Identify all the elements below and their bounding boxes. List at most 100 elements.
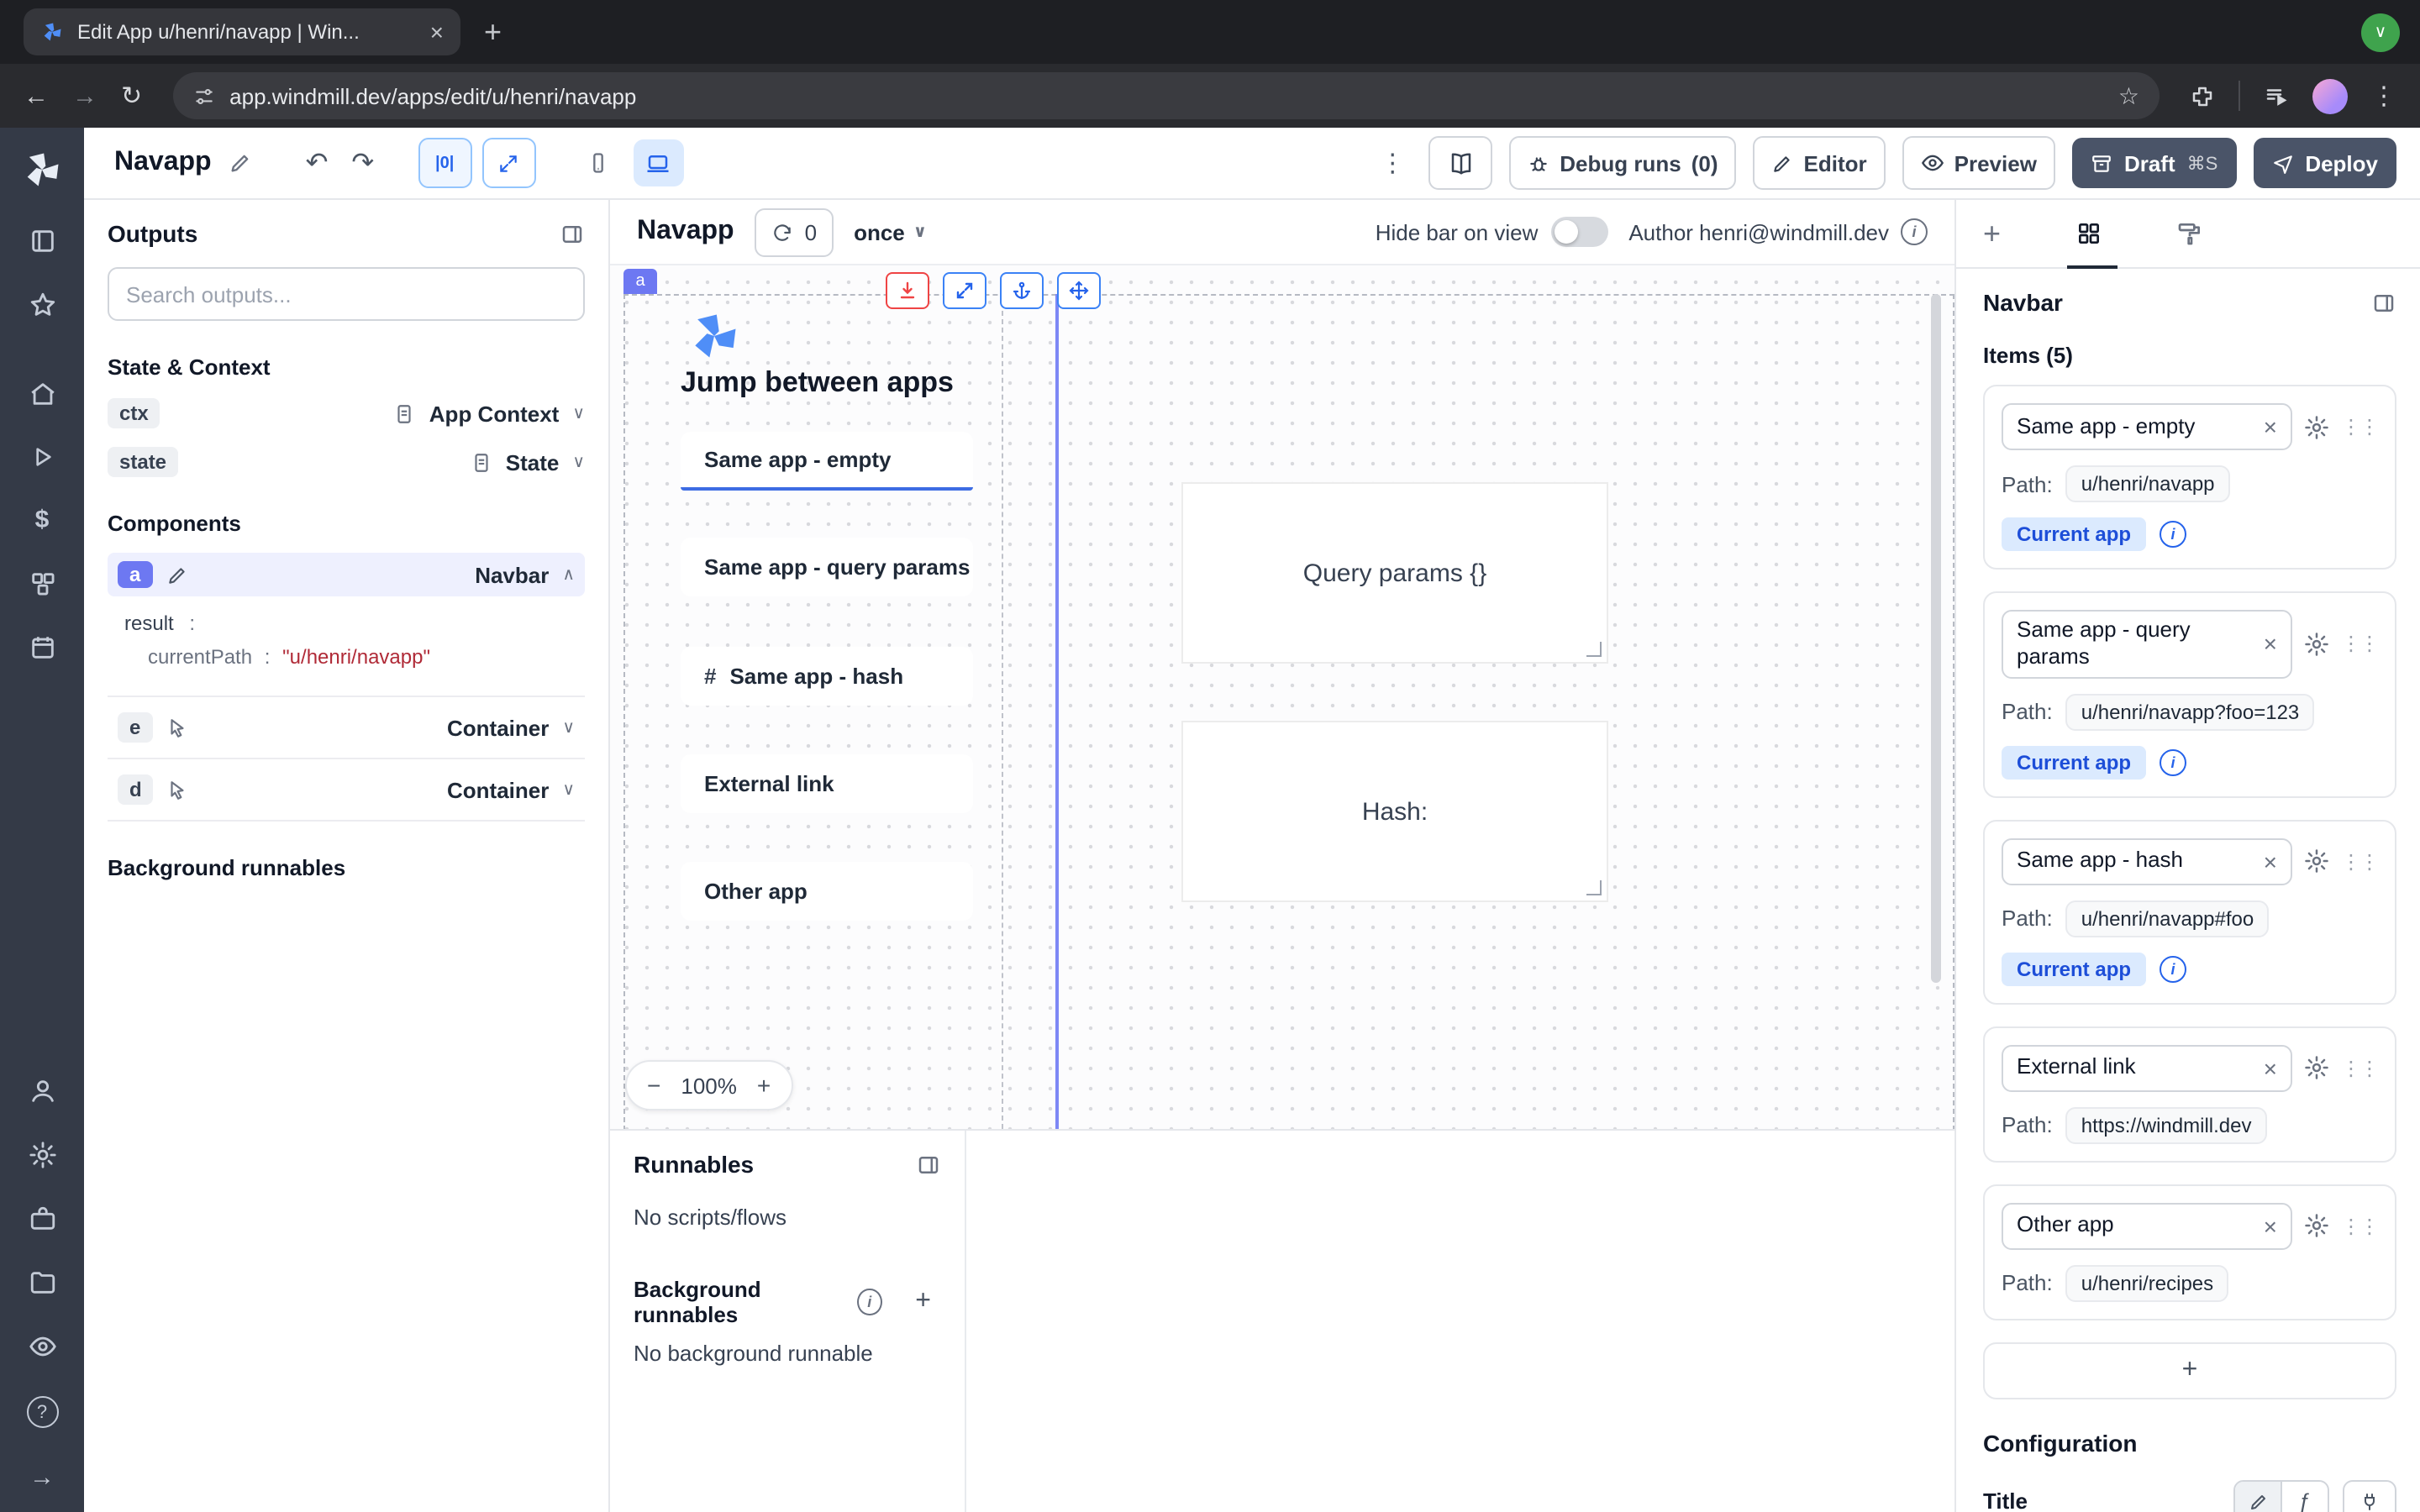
clear-icon[interactable]: × xyxy=(2264,633,2277,656)
gear-icon[interactable] xyxy=(2304,848,2329,874)
gear-icon[interactable] xyxy=(28,1141,56,1169)
clear-icon[interactable]: × xyxy=(2264,1056,2277,1079)
media-control-icon[interactable] xyxy=(2264,83,2289,108)
item-path-value[interactable]: u/henri/navapp#foo xyxy=(2066,900,2270,937)
expand-component-button[interactable] xyxy=(943,272,986,309)
refresh-chip[interactable]: 0 xyxy=(755,207,834,256)
edit-pencil-icon[interactable] xyxy=(229,151,252,175)
bookmark-star-icon[interactable]: ☆ xyxy=(2118,84,2139,108)
panel-collapse-icon[interactable] xyxy=(560,221,585,246)
add-item-button[interactable]: + xyxy=(1983,1341,2396,1399)
undo-button[interactable]: ↶ xyxy=(306,146,329,180)
play-icon[interactable] xyxy=(29,444,55,470)
help-icon[interactable]: ? xyxy=(26,1396,58,1428)
info-icon[interactable]: i xyxy=(2160,521,2186,548)
collapse-arrow-icon[interactable]: → xyxy=(29,1463,55,1492)
item-label-input[interactable]: Other app × xyxy=(2002,1202,2292,1249)
url-field[interactable]: app.windmill.dev/apps/edit/u/henri/navap… xyxy=(172,72,2160,119)
browser-menu-kebab-icon[interactable]: ⋮ xyxy=(2371,83,2396,108)
info-icon[interactable]: i xyxy=(857,1289,881,1315)
add-background-runnable-button[interactable]: + xyxy=(905,1282,941,1322)
more-kebab-icon[interactable]: ⋮ xyxy=(1380,148,1405,178)
nav-item-same-app-hash[interactable]: # Same app - hash xyxy=(681,647,973,706)
info-icon[interactable]: i xyxy=(2160,748,2186,775)
query-params-card[interactable]: Query params {} xyxy=(1181,482,1608,664)
tab-close-icon[interactable]: × xyxy=(430,20,444,44)
resize-guide-line[interactable] xyxy=(1055,294,1059,1129)
nav-item-same-app-query-params[interactable]: Same app - query params xyxy=(681,538,973,596)
canvas-scrollbar[interactable] xyxy=(1931,294,1941,983)
chevron-down-icon[interactable]: ∨ xyxy=(572,453,585,471)
edit-pencil-icon[interactable] xyxy=(166,564,187,585)
item-label-input[interactable]: External link × xyxy=(2002,1044,2292,1091)
deploy-button[interactable]: Deploy xyxy=(2253,138,2396,188)
item-label-input[interactable]: Same app - empty × xyxy=(2002,403,2292,450)
insert-below-button[interactable] xyxy=(886,272,929,309)
panel-collapse-icon[interactable] xyxy=(2371,290,2396,315)
insert-component-tab[interactable]: + xyxy=(1983,216,2001,251)
forward-icon[interactable]: → xyxy=(72,83,97,108)
item-label-input[interactable]: Same app - query params × xyxy=(2002,610,2292,678)
styling-tab[interactable] xyxy=(2175,220,2202,247)
back-icon[interactable]: ← xyxy=(24,83,49,108)
eye-icon[interactable] xyxy=(28,1332,56,1361)
item-path-value[interactable]: https://windmill.dev xyxy=(2066,1106,2267,1143)
item-label-input[interactable]: Same app - hash × xyxy=(2002,837,2292,885)
docs-button[interactable] xyxy=(1428,136,1492,190)
drag-handle[interactable]: ⋮⋮ xyxy=(2341,633,2378,656)
toolbox-icon[interactable] xyxy=(28,1205,56,1233)
drag-handle[interactable]: ⋮⋮ xyxy=(2341,1056,2378,1079)
profile-avatar[interactable] xyxy=(2312,78,2348,113)
nav-item-same-app-empty[interactable]: Same app - empty xyxy=(681,432,973,491)
browser-profile-chip[interactable]: ∨ xyxy=(2361,13,2400,51)
gear-icon[interactable] xyxy=(2304,414,2329,439)
item-path-value[interactable]: u/henri/navapp?foo=123 xyxy=(2066,693,2315,730)
component-row-container-d[interactable]: d Container ∨ xyxy=(108,759,585,822)
debug-runs-button[interactable]: Debug runs (0) xyxy=(1509,136,1736,190)
eval-js-button[interactable]: ƒ xyxy=(2281,1481,2328,1512)
nav-item-other-app[interactable]: Other app xyxy=(681,862,973,921)
chevron-down-icon[interactable]: ∨ xyxy=(572,404,585,423)
resize-handle-icon[interactable] xyxy=(1586,880,1602,895)
resize-handle-icon[interactable] xyxy=(1586,642,1602,657)
dollar-icon[interactable]: $ xyxy=(35,506,50,534)
nav-item-external-link[interactable]: External link xyxy=(681,754,973,813)
calendar-icon[interactable] xyxy=(28,633,56,662)
new-tab-button[interactable]: + xyxy=(484,17,502,47)
user-icon[interactable] xyxy=(28,1077,56,1105)
app-canvas[interactable]: a xyxy=(610,265,1954,1129)
item-path-value[interactable]: u/henri/recipes xyxy=(2066,1264,2228,1301)
chevron-down-icon[interactable]: ∨ xyxy=(562,780,575,799)
align-button[interactable]: |0| xyxy=(418,138,471,188)
zoom-out-button[interactable]: − xyxy=(647,1072,660,1099)
redo-button[interactable]: ↷ xyxy=(351,146,374,180)
draft-button[interactable]: Draft ⌘S xyxy=(2072,138,2236,188)
gear-icon[interactable] xyxy=(2304,1055,2329,1080)
star-icon[interactable] xyxy=(28,291,56,319)
component-settings-tab[interactable] xyxy=(2075,220,2102,247)
component-row-container-e[interactable]: e Container ∨ xyxy=(108,696,585,759)
zoom-in-button[interactable]: + xyxy=(757,1072,771,1099)
mobile-view-button[interactable] xyxy=(572,139,623,186)
clear-icon[interactable]: × xyxy=(2264,849,2277,873)
gear-icon[interactable] xyxy=(2304,1213,2329,1238)
gear-icon[interactable] xyxy=(2304,632,2329,657)
search-outputs-input[interactable] xyxy=(108,267,585,321)
hide-bar-toggle[interactable] xyxy=(1551,217,1608,247)
item-path-value[interactable]: u/henri/navapp xyxy=(2066,465,2230,502)
clear-icon[interactable]: × xyxy=(2264,1214,2277,1237)
list-icon[interactable] xyxy=(28,227,56,255)
preview-button[interactable]: Preview xyxy=(1902,136,2055,190)
browser-tab[interactable]: Edit App u/henri/navapp | Win... × xyxy=(24,8,460,55)
editor-button[interactable]: Editor xyxy=(1754,136,1886,190)
component-row-navbar[interactable]: a Navbar ∧ xyxy=(108,553,585,596)
hash-card[interactable]: Hash: xyxy=(1181,721,1608,902)
url-text[interactable]: app.windmill.dev/apps/edit/u/henri/navap… xyxy=(229,83,2103,108)
drag-handle[interactable]: ⋮⋮ xyxy=(2341,415,2378,438)
move-component-button[interactable] xyxy=(1057,272,1101,309)
clear-icon[interactable]: × xyxy=(2264,415,2277,438)
connect-input-button[interactable] xyxy=(2343,1479,2396,1512)
windmill-logo-icon[interactable] xyxy=(20,148,64,192)
drag-handle[interactable]: ⋮⋮ xyxy=(2341,1214,2378,1237)
static-value-button[interactable] xyxy=(2235,1481,2281,1512)
